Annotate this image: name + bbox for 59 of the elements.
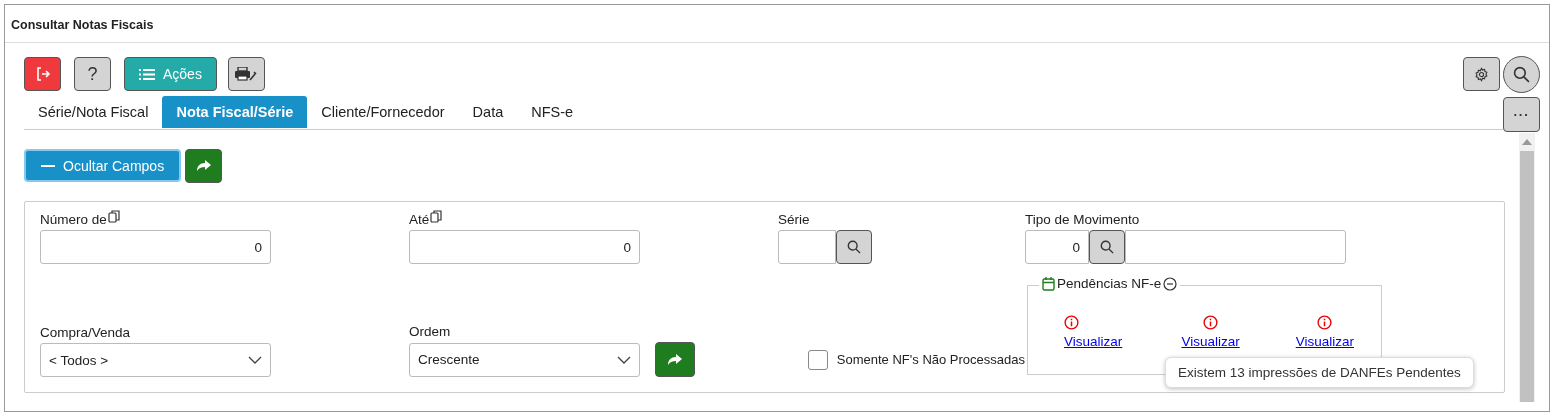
number-from-field[interactable]: 0 [40,230,271,264]
view-link[interactable]: Visualizar [1064,334,1123,349]
list-icon [139,67,155,81]
tab[interactable]: Data [458,96,518,128]
tab[interactable]: NFS-e [517,96,588,128]
apply-button[interactable] [655,342,695,377]
view-link[interactable]: Visualizar [1181,334,1240,349]
printer-wrench-icon [235,67,258,81]
info-icon [1203,315,1219,330]
hide-fields-button[interactable]: Ocultar Campos [24,149,182,182]
scroll-up-icon [1522,139,1532,145]
search-button[interactable] [1503,55,1540,93]
tab[interactable]: Cliente/Fornecedor [307,96,459,128]
calendar-icon [1042,276,1055,291]
scrollbar-thumb[interactable] [1520,151,1534,402]
scrollbar[interactable] [1519,133,1535,402]
more-button[interactable]: ··· [1503,97,1540,132]
field-label: Até [409,212,430,227]
view-link[interactable]: Visualizar [1295,334,1354,349]
chevron-down-icon [248,356,262,364]
help-button[interactable]: ? [74,57,111,91]
number-to-field[interactable]: 0 [409,230,640,264]
forward-button[interactable] [185,149,223,183]
collapse-icon [1163,276,1178,291]
series-field[interactable] [778,230,836,264]
info-icon [1064,315,1079,330]
settings-button[interactable] [1463,57,1500,91]
exit-icon [34,66,51,82]
search-icon [1100,240,1114,254]
panel-title: Pendências NF-e [1057,276,1162,291]
tab[interactable]: Nota Fiscal/Série [162,96,308,128]
purchase-sale-select[interactable]: < Todos > [40,343,271,377]
field-label: Série [778,212,810,227]
tooltip: Existem 13 impressões de DANFEs Pendentes [1165,357,1474,388]
search-icon [847,240,861,254]
copy-icon [107,210,120,223]
field-label: Ordem [409,324,451,339]
info-icon [1317,315,1333,330]
field-label: Compra/Venda [40,325,131,340]
minus-icon [41,164,55,167]
share-arrow-icon [196,160,211,172]
share-arrow-icon [668,353,682,366]
exit-button[interactable] [24,57,61,91]
checkbox-label: Somente NF's Não Processadas [836,352,1025,367]
print-settings-button[interactable] [227,57,265,91]
search-icon [1513,65,1530,83]
movement-type-code-field[interactable]: 0 [1025,230,1089,264]
movement-type-description-field[interactable] [1125,230,1346,264]
chevron-down-icon [617,355,631,364]
search-button[interactable] [1089,230,1125,264]
search-button[interactable] [836,230,872,264]
checkbox[interactable] [807,349,828,370]
order-select[interactable]: Crescente [409,342,640,377]
copy-icon [430,210,443,223]
settings-icon [1474,66,1489,82]
tab[interactable]: Série/Nota Fiscal [24,96,163,128]
window-title: Consultar Notas Fiscais [5,5,1549,43]
field-label: Número de [40,212,107,227]
field-label: Tipo de Movimento [1025,212,1140,227]
